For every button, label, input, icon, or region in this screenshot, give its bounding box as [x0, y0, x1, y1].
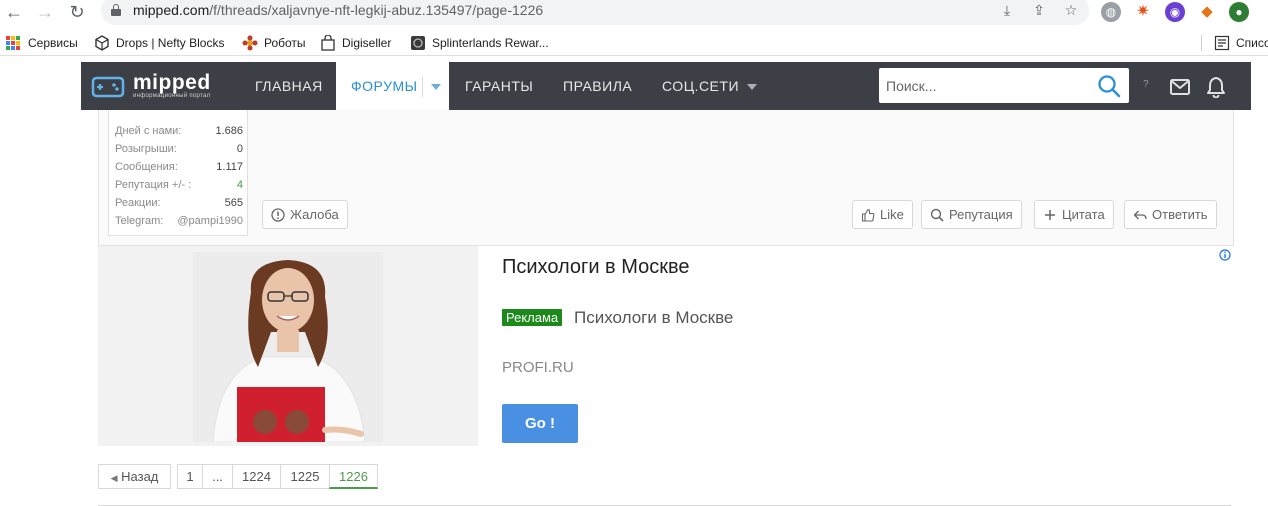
stat-giveaways: Розыгрыши: 0 — [115, 143, 243, 155]
install-app-icon[interactable]: ⤓ — [998, 1, 1016, 19]
spark-extension-icon[interactable]: ✷ — [1133, 2, 1153, 22]
pagination-prev-button[interactable]: ◀ Назад — [98, 464, 171, 489]
alert-circle-icon — [271, 207, 285, 222]
mail-icon[interactable] — [1169, 76, 1191, 98]
bell-icon[interactable] — [1205, 76, 1227, 98]
gamepad-logo-icon[interactable] — [91, 72, 125, 100]
plus-icon — [1045, 209, 1055, 220]
bookmark-robots[interactable]: Роботы — [242, 34, 306, 52]
page-link-1226-current[interactable]: 1226 — [329, 464, 378, 489]
stat-messages: Сообщения: 1.117 — [115, 161, 243, 173]
bookmark-splinterlands[interactable]: Splinterlands Rewar... — [410, 34, 549, 52]
search-icon[interactable] — [1097, 74, 1121, 98]
quote-button[interactable]: Цитата — [1034, 200, 1114, 229]
thumbs-up-icon — [861, 208, 875, 222]
ad-badge: Реклама — [502, 309, 563, 326]
bookmark-digiseller[interactable]: Digiseller — [320, 34, 391, 52]
ad-photo-woman[interactable] — [193, 252, 383, 442]
nav-guarantors[interactable]: ГАРАНТЫ — [465, 62, 533, 110]
user-stats-panel: Дней с нами: 1.686 Розыгрыши: 0 Сообщения:… — [108, 110, 248, 236]
stat-telegram: Telegram: @pampi1990 — [115, 215, 243, 227]
reply-button[interactable]: Ответить — [1124, 200, 1217, 229]
caret-left-icon: ◀ — [110, 473, 118, 483]
address-bar[interactable]: mipped.com/f/threads/xaljavnye-nft-legki… — [101, 0, 1089, 25]
report-button[interactable]: Жалоба — [262, 200, 348, 229]
bookmark-star-icon[interactable]: ☆ — [1062, 1, 1080, 19]
page-link-1225[interactable]: 1225 — [280, 464, 330, 489]
site-tagline: информационный портал — [133, 93, 211, 99]
metamask-fox-icon[interactable]: ◆ — [1197, 2, 1217, 22]
apps-grid-icon — [6, 36, 20, 50]
globe-extension-icon[interactable]: ◍ — [1101, 2, 1121, 22]
bookmarks-divider — [1201, 35, 1202, 51]
stat-reactions: Реакции: 565 — [115, 197, 243, 209]
back-arrow-icon[interactable]: ← — [3, 2, 25, 22]
help-link[interactable]: ? — [1143, 79, 1149, 90]
reputation-button[interactable]: Репутация — [921, 200, 1022, 229]
alien-extension-icon[interactable]: ● — [1229, 2, 1249, 22]
nav-social[interactable]: СОЦ.СЕТИ — [662, 62, 758, 110]
info-icon[interactable] — [1219, 249, 1231, 261]
ad-image[interactable] — [98, 246, 478, 446]
site-logo[interactable]: mipped — [133, 71, 211, 95]
site-header: mipped информационный портал ГЛАВНАЯ ФОР… — [81, 62, 1251, 110]
ad-description[interactable]: Психологи в Москве — [574, 308, 733, 328]
bookmark-services[interactable]: Сервисы — [6, 34, 78, 52]
ad-cta-button[interactable]: Go ! — [502, 404, 578, 443]
lock-icon — [111, 4, 121, 16]
chevron-down-icon[interactable] — [430, 84, 441, 91]
bookmarks-bar: Сервисы Drops | Nefty Blocks Роботы Digi… — [0, 30, 1268, 56]
reply-arrow-icon — [1133, 210, 1147, 219]
chevron-down-icon[interactable] — [747, 84, 758, 91]
nav-home[interactable]: ГЛАВНАЯ — [255, 62, 323, 110]
nav-separator — [421, 77, 423, 98]
page-ellipsis[interactable]: ... — [202, 464, 233, 489]
forward-arrow-icon[interactable]: → — [34, 2, 56, 22]
stat-reputation: Репутация +/- :4 — [115, 179, 243, 191]
nav-rules[interactable]: ПРАВИЛА — [563, 62, 632, 110]
url-text[interactable]: mipped.com/f/threads/xaljavnye-nft-legki… — [133, 2, 543, 18]
forum-post: Дней с нами: 1.686 Розыгрыши: 0 Сообщения:… — [98, 110, 1234, 246]
ad-domain[interactable]: PROFI.RU — [502, 359, 574, 376]
magnifier-icon — [930, 208, 944, 222]
reload-icon[interactable]: ↻ — [66, 2, 88, 22]
page-link-1[interactable]: 1 — [177, 464, 203, 489]
splinterlands-icon — [411, 36, 425, 50]
reading-list[interactable]: Списо — [1214, 34, 1268, 52]
robot-flower-icon — [242, 35, 258, 51]
stat-days: Дней с нами: 1.686 — [115, 125, 243, 137]
page-link-1224[interactable]: 1224 — [232, 464, 281, 489]
browser-toolbar: ← → ↻ mipped.com/f/threads/xaljavnye-nft… — [0, 0, 1268, 25]
bookmark-nefty-blocks[interactable]: Drops | Nefty Blocks — [94, 34, 224, 52]
nav-forums[interactable]: ФОРУМЫ — [336, 62, 449, 110]
reading-list-icon — [1214, 35, 1230, 51]
share-icon[interactable]: ⇪ — [1030, 1, 1048, 19]
search-input[interactable] — [879, 68, 1089, 103]
like-button[interactable]: Like — [852, 200, 913, 229]
ad-title[interactable]: Психологи в Москве — [502, 256, 690, 279]
face-extension-icon[interactable]: ◉ — [1165, 2, 1185, 22]
cube-icon — [95, 35, 109, 51]
search-box — [879, 68, 1129, 103]
pagination-pages: 1 ... 1224 1225 1226 — [177, 464, 378, 489]
shopping-bag-icon — [321, 35, 335, 51]
